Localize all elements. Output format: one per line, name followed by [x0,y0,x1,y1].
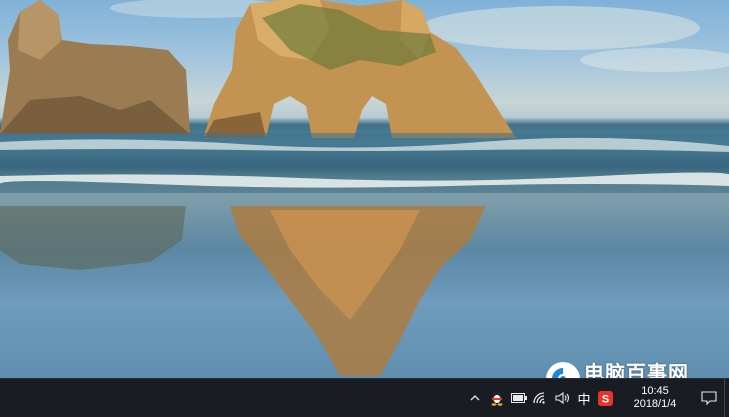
clock-time: 10:45 [641,385,669,397]
desktop-wallpaper [0,0,729,378]
svg-text:S: S [601,393,608,405]
show-desktop-button[interactable] [724,379,729,417]
battery-button[interactable] [508,379,530,417]
system-tray: 中 S 10:45 2018/1/4 [464,379,729,417]
speaker-icon [555,392,570,404]
chevron-up-icon [470,395,480,401]
notification-icon [701,391,717,405]
show-hidden-icons-button[interactable] [464,379,486,417]
clock-button[interactable]: 10:45 2018/1/4 [616,379,694,417]
wallpaper-image [0,0,729,376]
clock-date: 2018/1/4 [633,398,677,410]
sogou-input-icon: S [597,390,613,406]
battery-icon [511,393,527,403]
wifi-button[interactable] [530,379,552,417]
wifi-icon [533,392,545,404]
action-center-button[interactable] [694,379,724,417]
qq-penguin-icon [491,391,503,406]
sogou-ime-button[interactable]: S [594,379,616,417]
ime-mode-button[interactable]: 中 [574,379,594,417]
qq-tray-button[interactable] [486,379,508,417]
taskbar: 中 S 10:45 2018/1/4 [0,378,729,417]
volume-button[interactable] [552,379,574,417]
